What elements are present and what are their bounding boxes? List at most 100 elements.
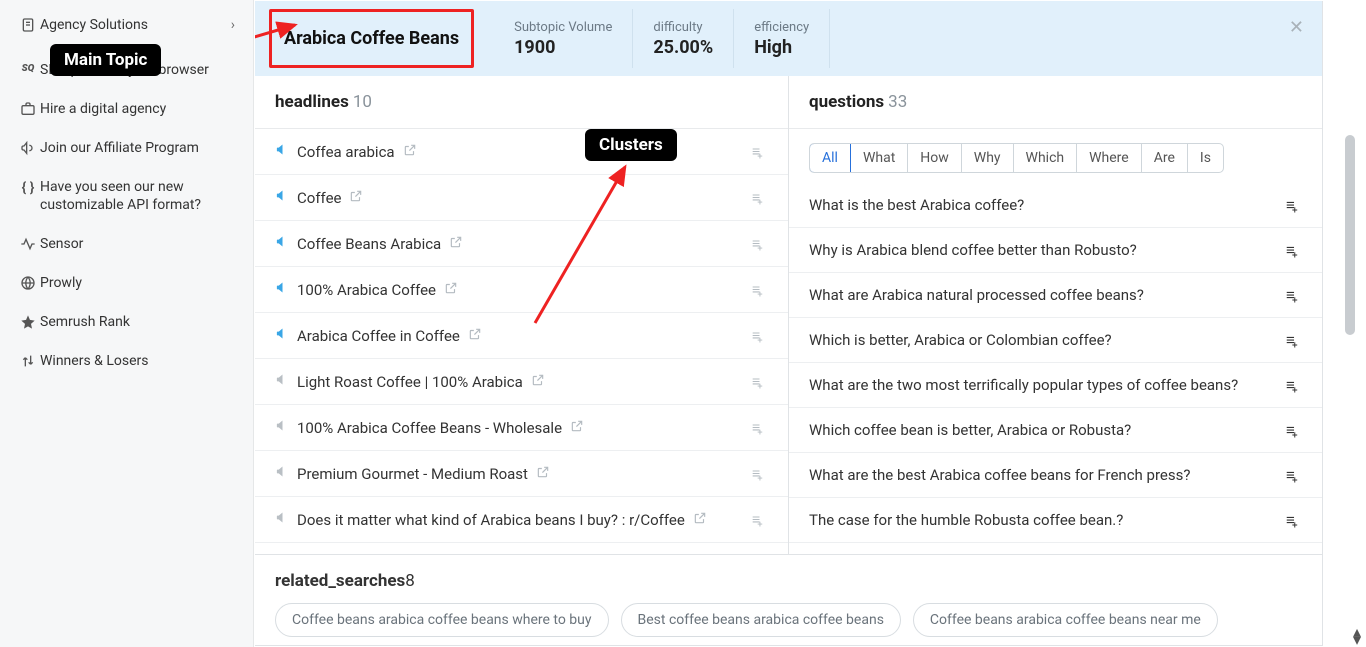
- headlines-count: 10: [353, 92, 372, 112]
- add-to-list-icon[interactable]: [752, 419, 768, 436]
- related-label: related_searches: [275, 571, 405, 591]
- add-to-list-icon[interactable]: [1286, 421, 1302, 439]
- questions-count: 33: [888, 92, 907, 112]
- question-row[interactable]: What are the best Arabica coffee beans f…: [789, 453, 1322, 498]
- close-button[interactable]: ✕: [1289, 17, 1304, 38]
- sidebar-item-semrush-rank[interactable]: Semrush Rank: [0, 303, 253, 342]
- pulse-icon: [16, 235, 40, 252]
- bullhorn-icon: [275, 464, 297, 483]
- external-link-icon[interactable]: [693, 511, 707, 529]
- question-row[interactable]: What is the best Arabica coffee?: [789, 183, 1322, 228]
- questions-panel: questions33 AllWhatHowWhyWhichWhereAreIs…: [789, 76, 1322, 554]
- add-to-list-icon[interactable]: [1286, 511, 1302, 529]
- filter-is[interactable]: Is: [1188, 144, 1223, 172]
- sidebar: Agency Solutions › SQ SEOquake for your …: [0, 0, 254, 647]
- add-to-list-icon[interactable]: [752, 189, 768, 206]
- sidebar-item-label: Join our Affiliate Program: [40, 139, 235, 158]
- annotation-clusters: Clusters: [585, 129, 677, 161]
- add-to-list-icon[interactable]: [752, 327, 768, 344]
- add-to-list-icon[interactable]: [752, 281, 768, 298]
- stat-value: High: [754, 37, 809, 58]
- globe-icon: [16, 274, 40, 291]
- sidebar-item-agency-solutions[interactable]: Agency Solutions ›: [0, 6, 253, 45]
- arrow-clusters: [505, 153, 655, 333]
- question-text: The case for the humble Robusta coffee b…: [809, 511, 1286, 529]
- external-link-icon[interactable]: [531, 373, 545, 391]
- bullhorn-icon: [275, 510, 297, 529]
- sidebar-item-label: Prowly: [40, 274, 235, 293]
- headline-row[interactable]: Premium Gourmet - Medium Roast: [255, 451, 788, 497]
- more-indicator-icon[interactable]: ▴▾: [1353, 628, 1361, 644]
- filter-why[interactable]: Why: [962, 144, 1014, 172]
- headline-text: Premium Gourmet - Medium Roast: [297, 465, 752, 483]
- headline-row[interactable]: 100% Arabica Coffee Beans - Wholesale: [255, 405, 788, 451]
- related-chip[interactable]: Best coffee beans arabica coffee beans: [621, 603, 901, 637]
- add-to-list-icon[interactable]: [1286, 376, 1302, 394]
- question-row[interactable]: Which coffee bean is better, Arabica or …: [789, 408, 1322, 453]
- sidebar-item-winners-losers[interactable]: Winners & Losers: [0, 342, 253, 381]
- add-to-list-icon[interactable]: [752, 235, 768, 252]
- filter-where[interactable]: Where: [1077, 144, 1142, 172]
- bullhorn-icon: [275, 142, 297, 161]
- filter-what[interactable]: What: [851, 144, 908, 172]
- headline-text: Does it matter what kind of Arabica bean…: [297, 511, 752, 529]
- add-to-list-icon[interactable]: [752, 373, 768, 390]
- question-text: What are the best Arabica coffee beans f…: [809, 466, 1286, 484]
- external-link-icon[interactable]: [449, 235, 463, 253]
- add-to-list-icon[interactable]: [752, 465, 768, 482]
- headline-text: 100% Arabica Coffee Beans - Wholesale: [297, 419, 752, 437]
- stat-subtopic-volume: Subtopic Volume 1900: [494, 9, 633, 68]
- add-to-list-icon[interactable]: [1286, 286, 1302, 304]
- filter-how[interactable]: How: [908, 144, 962, 172]
- question-text: What is the best Arabica coffee?: [809, 196, 1286, 214]
- bullhorn-icon: [275, 188, 297, 207]
- questions-list: What is the best Arabica coffee? Why is …: [789, 183, 1322, 554]
- question-row[interactable]: What are the popular types of coffee bea…: [789, 543, 1322, 554]
- headlines-header: headlines10: [255, 76, 788, 129]
- external-link-icon[interactable]: [536, 465, 550, 483]
- question-row[interactable]: Which is better, Arabica or Colombian co…: [789, 318, 1322, 363]
- main-panel: Arabica Coffee Beans Subtopic Volume 190…: [254, 0, 1366, 647]
- sidebar-item-label: Winners & Losers: [40, 352, 235, 371]
- sidebar-item-api-format[interactable]: { } Have you seen our new customizable A…: [0, 168, 253, 226]
- bullhorn-icon: [16, 139, 40, 156]
- add-to-list-icon[interactable]: [1286, 241, 1302, 259]
- question-row[interactable]: What are the two most terrifically popul…: [789, 363, 1322, 408]
- braces-icon: { }: [16, 178, 40, 198]
- question-row[interactable]: What are Arabica natural processed coffe…: [789, 273, 1322, 318]
- external-link-icon[interactable]: [444, 281, 458, 299]
- annotation-main-topic: Main Topic: [50, 44, 161, 76]
- external-link-icon[interactable]: [349, 189, 363, 207]
- bullhorn-icon: [275, 280, 297, 299]
- filter-which[interactable]: Which: [1014, 144, 1078, 172]
- sidebar-item-hire-agency[interactable]: Hire a digital agency: [0, 90, 253, 129]
- sidebar-item-prowly[interactable]: Prowly: [0, 264, 253, 303]
- bullhorn-icon: [275, 372, 297, 391]
- related-chip[interactable]: Coffee beans arabica coffee beans near m…: [913, 603, 1218, 637]
- stat-label: difficulty: [653, 20, 713, 35]
- add-to-list-icon[interactable]: [752, 143, 768, 160]
- question-row[interactable]: The case for the humble Robusta coffee b…: [789, 498, 1322, 543]
- add-to-list-icon[interactable]: [1286, 466, 1302, 484]
- external-link-icon[interactable]: [468, 327, 482, 345]
- external-link-icon[interactable]: [570, 419, 584, 437]
- headline-row[interactable]: Buy Arabica Coffee Beans: [255, 543, 788, 554]
- stat-efficiency: efficiency High: [734, 9, 830, 68]
- scrollbar-track-outer[interactable]: [1345, 1, 1355, 646]
- related-chip[interactable]: Coffee beans arabica coffee beans where …: [275, 603, 609, 637]
- add-to-list-icon[interactable]: [1286, 331, 1302, 349]
- stat-label: efficiency: [754, 20, 809, 35]
- sidebar-item-affiliate[interactable]: Join our Affiliate Program: [0, 129, 253, 168]
- filter-are[interactable]: Are: [1142, 144, 1188, 172]
- headline-row[interactable]: Does it matter what kind of Arabica bean…: [255, 497, 788, 543]
- sidebar-item-sensor[interactable]: Sensor: [0, 225, 253, 264]
- question-row[interactable]: Why is Arabica blend coffee better than …: [789, 228, 1322, 273]
- add-to-list-icon[interactable]: [752, 511, 768, 528]
- external-link-icon[interactable]: [403, 143, 417, 161]
- headline-row[interactable]: Light Roast Coffee | 100% Arabica: [255, 359, 788, 405]
- bullhorn-icon: [275, 326, 297, 345]
- filter-all[interactable]: All: [809, 143, 851, 173]
- chevron-right-icon: ›: [231, 16, 235, 35]
- add-to-list-icon[interactable]: [1286, 196, 1302, 214]
- scrollbar-thumb[interactable]: [1345, 135, 1355, 335]
